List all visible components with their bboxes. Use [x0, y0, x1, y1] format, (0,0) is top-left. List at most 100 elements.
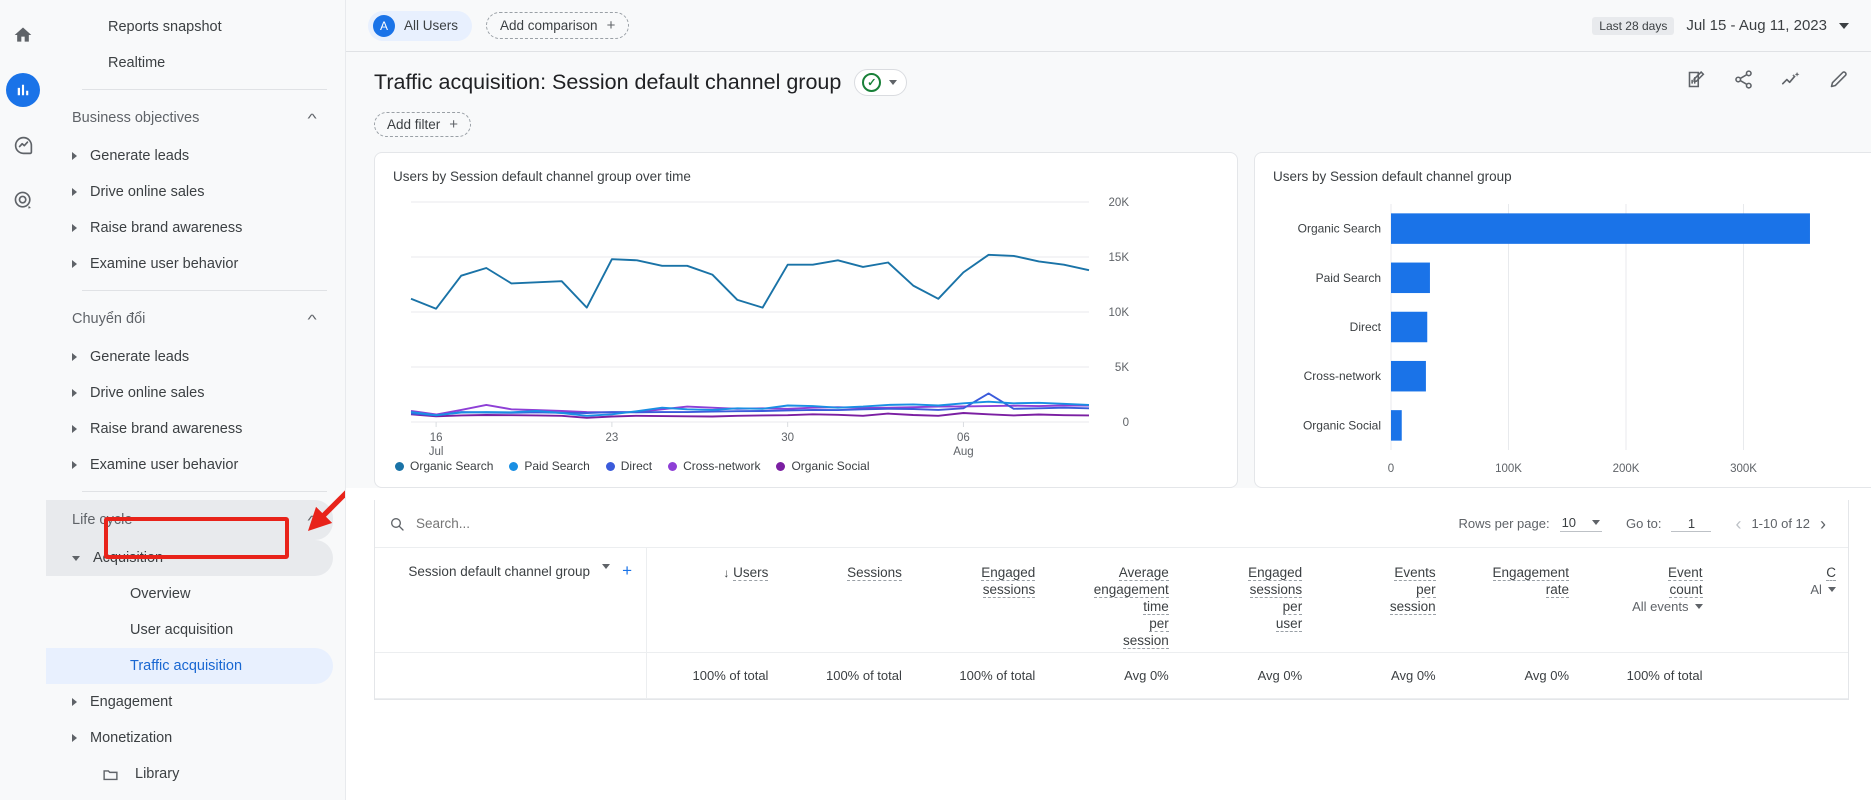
sidebar-item-label: Traffic acquisition: [130, 658, 243, 674]
summary-cell: 100% of total: [959, 668, 1036, 683]
caret-right-icon: [72, 188, 77, 196]
edit-icon[interactable]: [1828, 69, 1849, 95]
table-column-header[interactable]: Engagement rate: [1448, 548, 1581, 652]
sidebar-item-examine-user-behavior[interactable]: Examine user behavior: [46, 246, 333, 282]
rows-per-page-value: 10: [1561, 515, 1577, 530]
sidebar-section-label: Chuyển đổi: [72, 311, 146, 327]
svg-text:Cross-network: Cross-network: [1304, 369, 1382, 383]
date-range-label: Jul 15 - Aug 11, 2023: [1686, 17, 1827, 34]
sidebar-item-traffic-acquisition[interactable]: Traffic acquisition: [46, 648, 333, 684]
sidebar-item-label: Library: [135, 766, 180, 782]
svg-text:200K: 200K: [1613, 463, 1640, 475]
top-bar: A All Users Add comparison + Last 28 day…: [346, 0, 1871, 52]
plus-icon: +: [449, 116, 459, 133]
legend-item[interactable]: Organic Search: [395, 459, 493, 473]
sidebar-item-acquisition[interactable]: Acquisition: [46, 540, 333, 576]
add-filter-button[interactable]: Add filter +: [374, 112, 472, 137]
summary-cell: 100% of total: [692, 668, 769, 683]
previous-page-button[interactable]: ‹: [1735, 515, 1741, 533]
report-status-dropdown[interactable]: ✓: [854, 68, 908, 96]
next-page-button[interactable]: ›: [1820, 515, 1826, 533]
sidebar-item-user-acquisition[interactable]: User acquisition: [46, 612, 333, 648]
legend-color-dot: [395, 461, 404, 471]
legend-item[interactable]: Paid Search: [509, 459, 590, 473]
table-column-header[interactable]: Engaged sessions: [914, 548, 1047, 652]
add-filter-label: Add filter: [387, 117, 441, 132]
goto-label: Go to:: [1626, 516, 1662, 531]
svg-text:10K: 10K: [1109, 307, 1130, 319]
chevron-down-icon[interactable]: [602, 564, 611, 569]
sidebar-item-label: Acquisition: [93, 550, 164, 566]
sidebar-item-label: Overview: [130, 586, 191, 602]
date-range-picker[interactable]: Last 28 days Jul 15 - Aug 11, 2023: [1592, 16, 1849, 35]
sidebar-item-drive-online-sales-2[interactable]: Drive online sales: [46, 375, 333, 411]
home-icon[interactable]: [6, 18, 40, 52]
legend-color-dot: [509, 461, 519, 471]
sidebar-item-monetization[interactable]: Monetization: [46, 720, 333, 756]
sidebar-section-label: Business objectives: [72, 110, 200, 126]
segment-chip-all-users[interactable]: A All Users: [368, 10, 473, 41]
svg-text:23: 23: [605, 432, 618, 444]
table-column-header[interactable]: Events per session: [1314, 548, 1447, 652]
sidebar-item-label: Generate leads: [90, 349, 190, 365]
search-input[interactable]: [416, 516, 676, 531]
add-dimension-icon[interactable]: +: [622, 562, 632, 579]
advertising-icon[interactable]: [6, 183, 40, 217]
explore-icon[interactable]: [6, 128, 40, 162]
sidebar-section-label: Life cycle: [72, 512, 133, 528]
legend-label: Paid Search: [524, 459, 590, 473]
column-subselect[interactable]: All events: [1632, 598, 1703, 615]
sidebar-item-raise-brand-awareness[interactable]: Raise brand awareness: [46, 210, 333, 246]
sidebar-item-raise-brand-awareness-2[interactable]: Raise brand awareness: [46, 411, 333, 447]
legend-item[interactable]: Organic Social: [776, 459, 870, 473]
customize-report-icon[interactable]: [1686, 69, 1707, 95]
summary-cell: 100% of total: [825, 668, 902, 683]
table-summary-row: 100% of total 100% of total 100% of total A…: [375, 652, 1848, 699]
legend-color-dot: [776, 461, 786, 471]
sidebar-item-engagement[interactable]: Engagement: [46, 684, 333, 720]
sidebar-item-realtime[interactable]: Realtime: [46, 45, 333, 81]
table-column-header[interactable]: Engaged sessions per user: [1181, 548, 1314, 652]
table-column-header[interactable]: Sessions: [780, 548, 913, 652]
sidebar-item-overview[interactable]: Overview: [46, 576, 333, 612]
share-icon[interactable]: [1733, 69, 1754, 95]
table-column-header[interactable]: Event count All events: [1581, 548, 1714, 652]
sidebar-item-generate-leads[interactable]: Generate leads: [46, 138, 333, 174]
svg-text:Organic Search: Organic Search: [1298, 222, 1381, 236]
sidebar-section-business-objectives[interactable]: Business objectives ^: [46, 98, 333, 138]
table-dimension-header[interactable]: Session default channel group +: [375, 548, 647, 652]
insights-icon[interactable]: [1780, 69, 1802, 96]
table-column-header[interactable]: Average engagement time per session: [1047, 548, 1180, 652]
svg-text:0: 0: [1388, 463, 1394, 475]
table-column-header[interactable]: C Al: [1715, 548, 1848, 652]
sidebar-item-generate-leads-2[interactable]: Generate leads: [46, 339, 333, 375]
goto-page-input[interactable]: [1671, 515, 1712, 532]
svg-text:15K: 15K: [1109, 252, 1130, 264]
sidebar-section-life-cycle[interactable]: Life cycle ^: [46, 500, 333, 540]
segment-label: All Users: [404, 18, 459, 33]
sidebar-item-library[interactable]: Library: [46, 756, 333, 792]
summary-cell: Avg 0%: [1257, 668, 1303, 683]
column-subselect[interactable]: Al: [1810, 581, 1836, 598]
legend-item[interactable]: Cross-network: [668, 459, 760, 473]
filter-bar: Add filter +: [346, 112, 1871, 146]
sidebar-item-label: Generate leads: [90, 148, 190, 164]
caret-right-icon: [72, 389, 77, 397]
caret-down-icon: [72, 555, 80, 561]
table-search[interactable]: [389, 516, 676, 532]
rows-per-page-select[interactable]: 10: [1559, 515, 1603, 532]
add-comparison-button[interactable]: Add comparison +: [486, 12, 630, 39]
title-bar: Traffic acquisition: Session default cha…: [346, 52, 1871, 112]
line-chart[interactable]: 0 5K 10K 15K 20K 16 Jul 23 30 06 Aug: [393, 194, 1219, 484]
legend-item[interactable]: Direct: [605, 459, 652, 473]
svg-text:300K: 300K: [1730, 463, 1757, 475]
table-column-header[interactable]: ↓ Users: [647, 548, 780, 652]
sidebar-item-label: Monetization: [90, 730, 173, 746]
svg-text:Paid Search: Paid Search: [1316, 271, 1381, 285]
reports-icon[interactable]: [6, 73, 40, 107]
sidebar-section-chuyen-doi[interactable]: Chuyển đổi ^: [46, 299, 333, 339]
sidebar-item-examine-user-behavior-2[interactable]: Examine user behavior: [46, 447, 333, 483]
sidebar-item-drive-online-sales[interactable]: Drive online sales: [46, 174, 333, 210]
sidebar-item-reports-snapshot[interactable]: Reports snapshot: [46, 9, 333, 45]
bar-chart[interactable]: 0 100K 200K 300K Organic Search Paid Search Di…: [1273, 194, 1871, 490]
